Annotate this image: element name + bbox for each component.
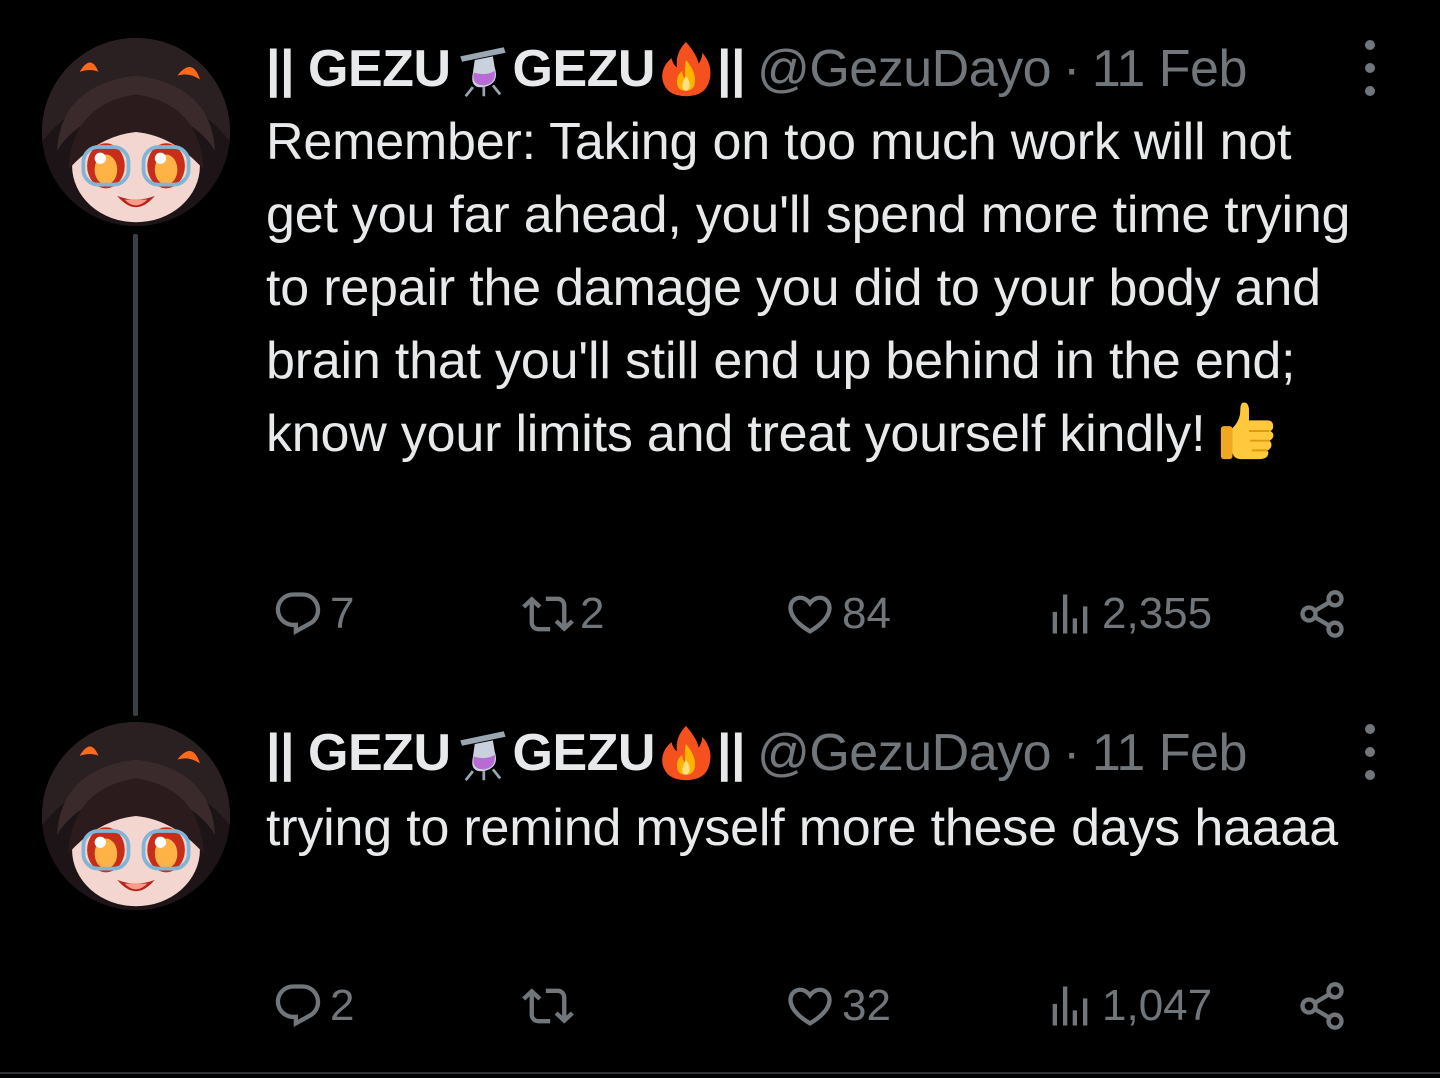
retweet-count: 2 [580, 589, 605, 638]
avatar[interactable] [42, 38, 230, 226]
tweet-header: || GEZU GEZU || @GezuDayo · 11 Feb [266, 718, 1247, 788]
display-name-part: || [716, 40, 746, 98]
views-icon [1044, 980, 1096, 1032]
tweet-date[interactable]: 11 Feb [1092, 723, 1248, 783]
tweet[interactable]: || GEZU GEZU || @GezuDayo · 11 Feb tryin… [0, 700, 1440, 1070]
tweet-actions: 2 32 1,047 [266, 976, 1366, 1036]
reply-count: 2 [330, 981, 355, 1030]
test-tube-icon [453, 40, 511, 98]
like-icon [784, 980, 836, 1032]
views-count: 2,355 [1102, 589, 1213, 638]
thumbs-up-icon [1217, 399, 1279, 461]
tweet-text-content: Remember: Taking on too much work will n… [266, 113, 1351, 463]
avatar[interactable] [42, 722, 230, 910]
share-icon [1296, 588, 1348, 640]
retweet-icon [522, 980, 574, 1032]
tweet-actions: 7 2 84 2,355 [266, 584, 1366, 644]
display-name[interactable]: || GEZU GEZU || [266, 723, 746, 783]
display-name-part: GEZU [512, 724, 656, 782]
like-count: 84 [842, 589, 891, 638]
retweet-button[interactable]: 2 [522, 584, 604, 644]
views-button[interactable]: 2,355 [1044, 584, 1212, 644]
reply-button[interactable]: 7 [272, 584, 354, 644]
share-button[interactable] [1296, 584, 1348, 644]
user-handle[interactable]: @GezuDayo [757, 39, 1051, 99]
display-name-part: || GEZU [266, 724, 451, 782]
views-button[interactable]: 1,047 [1044, 976, 1212, 1036]
views-count: 1,047 [1102, 981, 1213, 1030]
retweet-icon [522, 588, 574, 640]
share-icon [1296, 980, 1348, 1032]
tweet-text: Remember: Taking on too much work will n… [266, 106, 1376, 471]
test-tube-icon [453, 724, 511, 782]
reply-count: 7 [330, 589, 355, 638]
separator-dot: · [1063, 724, 1080, 782]
fire-icon [657, 724, 715, 782]
tweet-header: || GEZU GEZU || @GezuDayo · 11 Feb [266, 34, 1247, 104]
tweet[interactable]: || GEZU GEZU || @GezuDayo · 11 Feb Remem… [0, 0, 1440, 680]
tweet-date[interactable]: 11 Feb [1092, 39, 1248, 99]
share-button[interactable] [1296, 976, 1348, 1036]
like-button[interactable]: 32 [784, 976, 891, 1036]
tweet-text-content: trying to remind myself more these days … [266, 799, 1338, 857]
display-name[interactable]: || GEZU GEZU || [266, 39, 746, 99]
reply-icon [272, 588, 324, 640]
retweet-button[interactable] [522, 976, 580, 1036]
views-icon [1044, 588, 1096, 640]
like-count: 32 [842, 981, 891, 1030]
tweet-text: trying to remind myself more these days … [266, 792, 1376, 865]
divider [0, 1072, 1440, 1074]
more-options-icon[interactable] [1352, 40, 1388, 96]
fire-icon [657, 40, 715, 98]
display-name-part: GEZU [512, 40, 656, 98]
more-options-icon[interactable] [1352, 724, 1388, 780]
display-name-part: || GEZU [266, 40, 451, 98]
display-name-part: || [716, 724, 746, 782]
reply-button[interactable]: 2 [272, 976, 354, 1036]
user-handle[interactable]: @GezuDayo [757, 723, 1051, 783]
separator-dot: · [1063, 40, 1080, 98]
like-icon [784, 588, 836, 640]
reply-icon [272, 980, 324, 1032]
like-button[interactable]: 84 [784, 584, 891, 644]
